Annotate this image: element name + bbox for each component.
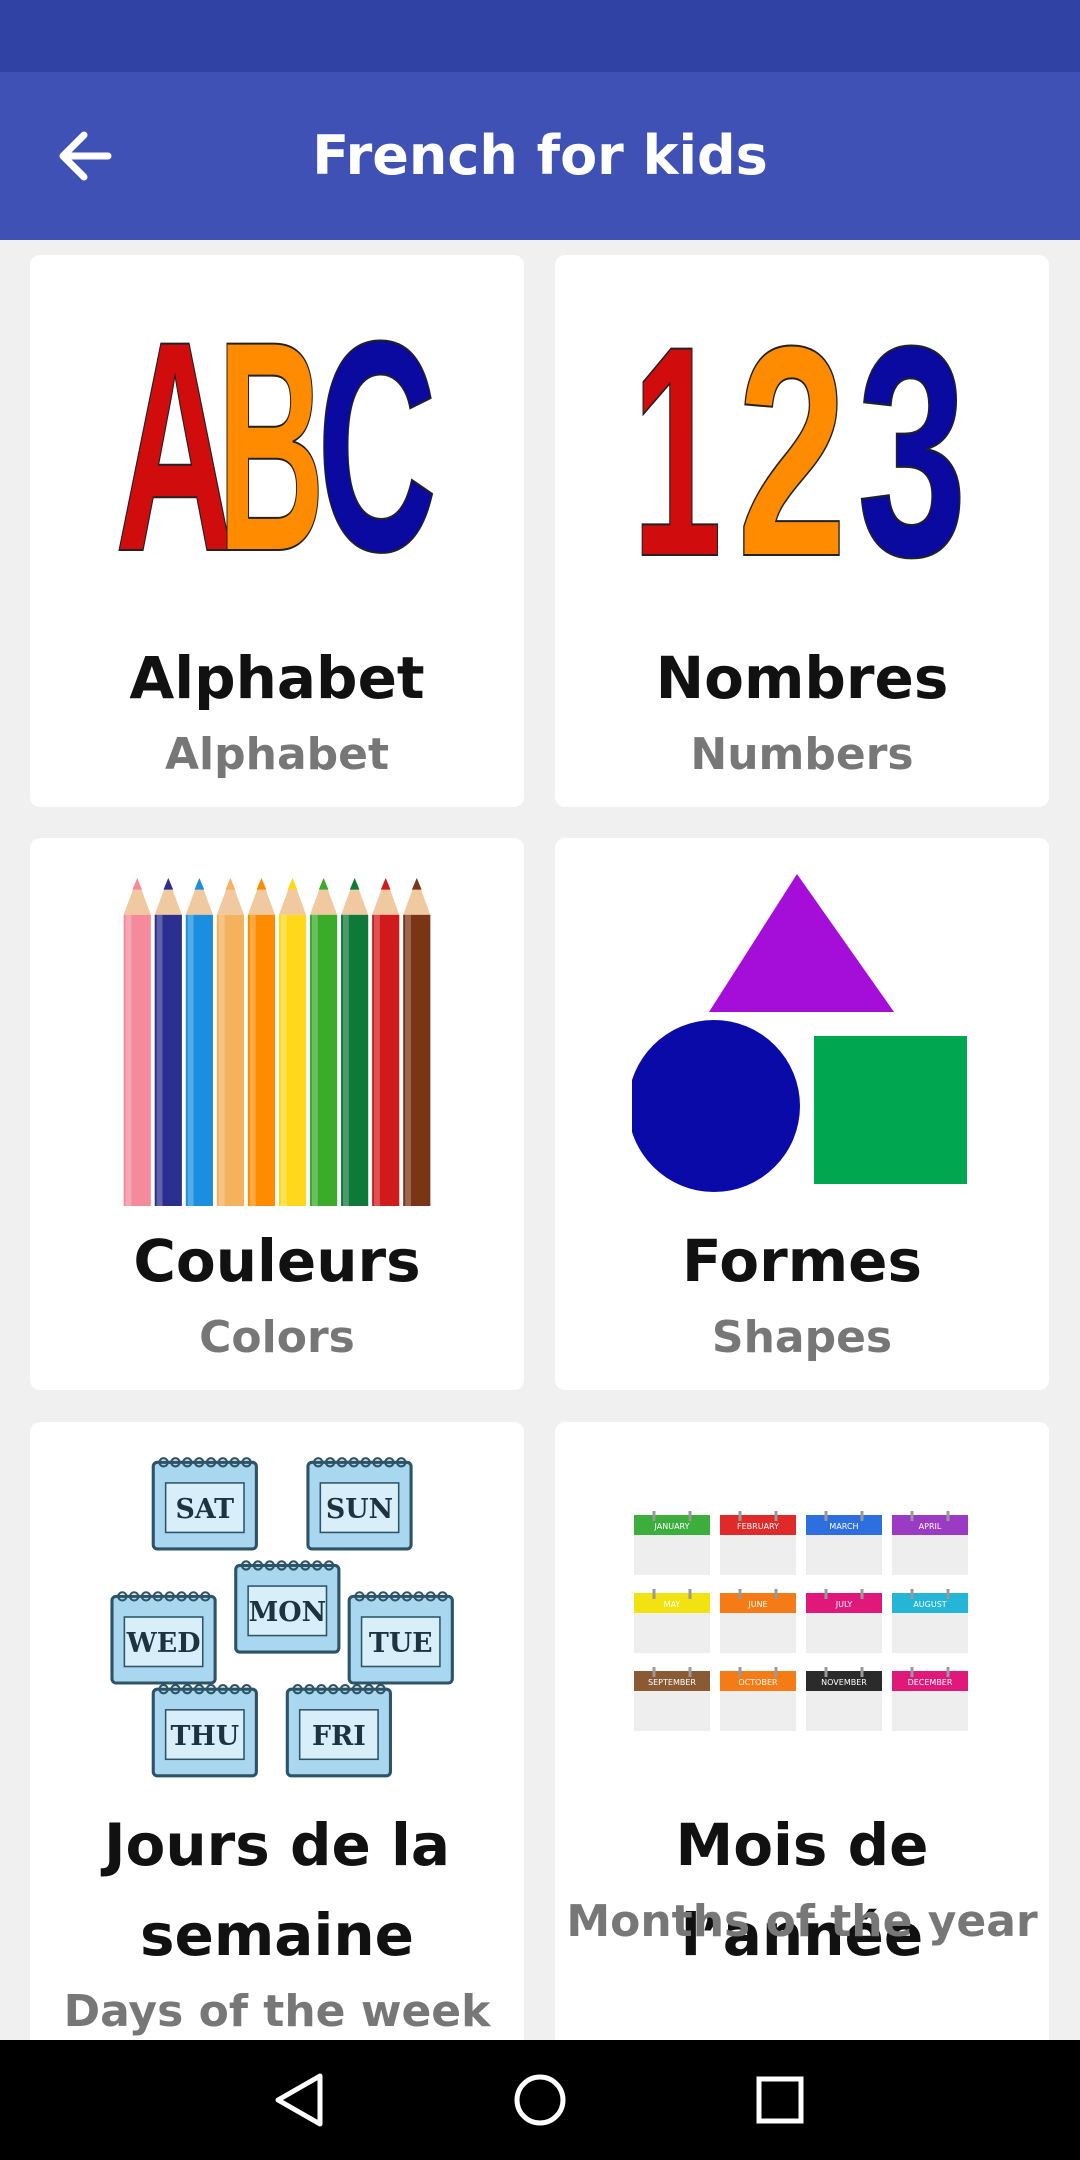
month-label: OCTOBER	[738, 1678, 778, 1687]
card-subtitle: Shapes	[711, 1312, 893, 1363]
pencil	[123, 877, 151, 1206]
123-numbers-image: 1 2 3	[632, 310, 968, 590]
nav-home-button[interactable]	[500, 2060, 580, 2140]
month-calendar: FEBRUARY	[720, 1511, 796, 1575]
nav-recents-button[interactable]	[740, 2060, 820, 2140]
day-calendar: MON	[234, 1560, 341, 1654]
card-days[interactable]: SAT SUN WED MON TUE THU FRI Jours de la semain…	[30, 1422, 524, 2040]
pencil	[185, 877, 213, 1206]
day-label: THU	[170, 1721, 239, 1752]
month-label: MARCH	[829, 1522, 858, 1531]
status-bar	[0, 0, 1080, 72]
month-label: APRIL	[919, 1522, 942, 1531]
nav-back-button[interactable]	[260, 2060, 340, 2140]
card-title-text: Jours de la semaine	[103, 1811, 451, 1969]
month-calendar: APRIL	[892, 1511, 968, 1575]
abc-letters-image: A B C	[114, 310, 438, 590]
month-label: AUGUST	[913, 1600, 946, 1609]
card-alphabet[interactable]: A B C Alphabet Alphabet	[30, 255, 524, 807]
month-label: JULY	[835, 1600, 853, 1609]
card-title: Mois de l’année	[675, 1811, 929, 1969]
pencil	[341, 877, 369, 1206]
month-calendar: MARCH	[806, 1511, 882, 1575]
month-calendar: JUNE	[720, 1589, 796, 1653]
nav-recents-icon	[756, 2076, 804, 2124]
day-label: SUN	[326, 1494, 393, 1525]
month-label: JANUARY	[654, 1522, 690, 1531]
month-label: SEPTEMBER	[648, 1678, 696, 1687]
pencil	[216, 877, 244, 1206]
month-calendar: NOVEMBER	[806, 1667, 882, 1731]
card-colors[interactable]: Couleurs Colors	[30, 838, 524, 1390]
circle-shape	[632, 1020, 800, 1192]
nav-home-icon	[514, 2074, 566, 2126]
day-calendar: THU	[151, 1684, 258, 1778]
month-calendar: SEPTEMBER	[634, 1667, 710, 1731]
month-label: NOVEMBER	[821, 1678, 867, 1687]
day-calendar: SAT	[151, 1457, 258, 1551]
month-calendar: DECEMBER	[892, 1667, 968, 1731]
month-calendars-image: JANUARY FEBRUARY MARCH APRIL MAY JUNE JULY AUGU…	[634, 1511, 968, 1731]
digit-3: 3	[857, 310, 967, 590]
day-label: MON	[249, 1597, 327, 1628]
card-title: Couleurs	[133, 1227, 421, 1295]
shapes-image	[632, 874, 967, 1192]
card-title: Nombres	[655, 644, 949, 712]
pencil	[403, 877, 431, 1206]
system-nav-bar	[0, 2040, 1080, 2160]
digit-2: 2	[737, 310, 847, 590]
nav-back-icon	[275, 2073, 323, 2127]
card-months[interactable]: JANUARY FEBRUARY MARCH APRIL MAY JUNE JULY AUGU…	[555, 1422, 1049, 2040]
day-label: SAT	[176, 1494, 235, 1525]
day-label: WED	[126, 1628, 201, 1659]
letter-c: C	[317, 310, 437, 590]
day-calendar: SUN	[306, 1457, 413, 1551]
card-title: Jours de la semaine	[30, 1800, 524, 1980]
digit-1: 1	[632, 310, 722, 590]
month-calendar: OCTOBER	[720, 1667, 796, 1731]
month-calendar: AUGUST	[892, 1589, 968, 1653]
card-subtitle: Months of the year	[566, 1896, 1038, 1947]
month-label: JUNE	[747, 1600, 767, 1609]
card-subtitle: Colors	[199, 1312, 355, 1363]
day-label: TUE	[369, 1628, 433, 1659]
month-label: MAY	[664, 1600, 681, 1609]
card-title: Alphabet	[129, 644, 425, 712]
day-calendar: FRI	[285, 1684, 392, 1778]
day-calendar: TUE	[347, 1591, 454, 1685]
day-calendar: WED	[110, 1591, 217, 1685]
card-shapes[interactable]: Formes Shapes	[555, 838, 1049, 1390]
weekday-calendars-image: SAT SUN WED MON TUE THU FRI	[110, 1457, 454, 1778]
pencil	[372, 877, 400, 1206]
app-bar: French for kids	[0, 72, 1080, 240]
month-label: FEBRUARY	[737, 1522, 779, 1531]
category-grid: A B C Alphabet Alphabet 1 2 3 Nombres Nu…	[0, 240, 1080, 2040]
square-shape	[814, 1036, 967, 1184]
pencil	[154, 877, 182, 1206]
colored-pencils-image	[123, 877, 431, 1206]
card-subtitle: Days of the week	[63, 1986, 491, 2037]
pencil	[278, 877, 307, 1206]
pencil	[310, 877, 338, 1206]
card-subtitle: Alphabet	[164, 729, 390, 780]
month-calendar: MAY	[634, 1589, 710, 1653]
triangle-shape	[709, 874, 894, 1012]
page-title: French for kids	[312, 124, 768, 187]
pencil	[247, 877, 276, 1206]
month-label: DECEMBER	[908, 1678, 953, 1687]
month-calendar: JULY	[806, 1589, 882, 1653]
month-calendar: JANUARY	[634, 1511, 710, 1575]
card-title: Formes	[681, 1227, 922, 1295]
card-subtitle: Numbers	[690, 729, 914, 780]
letter-b: B	[217, 310, 325, 590]
day-label: FRI	[312, 1721, 366, 1752]
card-numbers[interactable]: 1 2 3 Nombres Numbers	[555, 255, 1049, 807]
